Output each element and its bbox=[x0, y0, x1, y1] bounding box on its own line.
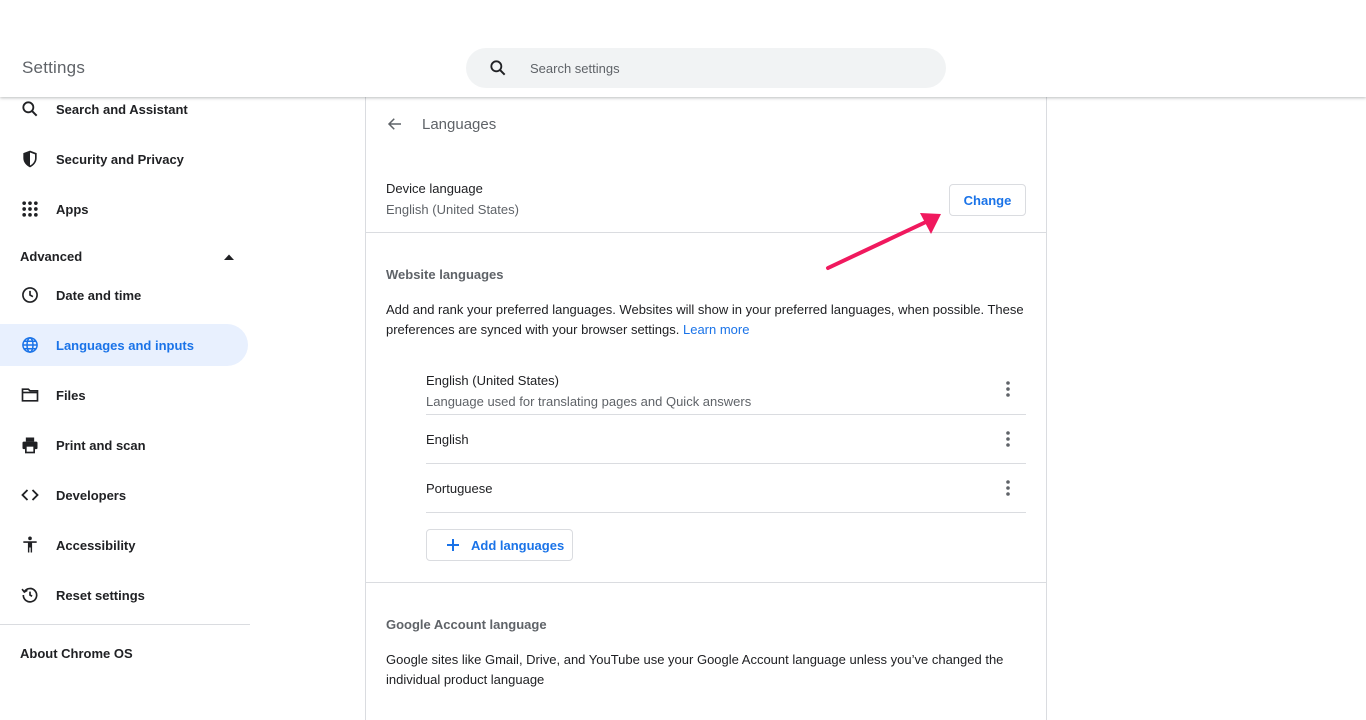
language-subtext: Language used for translating pages and … bbox=[426, 394, 752, 409]
page-title: Languages bbox=[422, 115, 497, 133]
more-vert-icon bbox=[1006, 431, 1010, 447]
plus-icon bbox=[445, 537, 461, 553]
sidebar-item-apps[interactable]: Apps bbox=[0, 188, 248, 230]
language-item-english-us: English (United States) Language used fo… bbox=[426, 365, 1026, 415]
caret-up-icon bbox=[224, 247, 234, 265]
sidebar-item-about-chrome-os[interactable]: About Chrome OS bbox=[20, 646, 133, 661]
sidebar-divider bbox=[0, 624, 250, 625]
section-divider bbox=[366, 582, 1046, 583]
learn-more-link[interactable]: Learn more bbox=[683, 322, 749, 337]
code-icon bbox=[20, 485, 40, 505]
sidebar-item-date-and-time[interactable]: Date and time bbox=[0, 274, 248, 316]
search-icon bbox=[488, 58, 508, 78]
search-icon bbox=[20, 99, 40, 119]
accessibility-icon bbox=[20, 535, 40, 555]
sidebar: Search and Assistant Security and Privac… bbox=[0, 97, 250, 720]
sidebar-item-print-and-scan[interactable]: Print and scan bbox=[0, 424, 248, 466]
sidebar-item-label: Developers bbox=[56, 487, 127, 503]
language-name: Portuguese bbox=[426, 481, 493, 496]
sidebar-item-label: Accessibility bbox=[56, 537, 136, 553]
printer-icon bbox=[20, 435, 40, 455]
google-account-language-description: Google sites like Gmail, Drive, and YouT… bbox=[386, 652, 1004, 687]
advanced-section-label: Advanced bbox=[20, 248, 83, 264]
sidebar-item-files[interactable]: Files bbox=[0, 374, 248, 416]
arrow-back-icon bbox=[387, 118, 401, 130]
advanced-section-toggle[interactable]: Advanced bbox=[20, 247, 234, 265]
more-options-button[interactable] bbox=[998, 379, 1018, 399]
language-item-portuguese: Portuguese bbox=[426, 464, 1026, 513]
sidebar-item-accessibility[interactable]: Accessibility bbox=[0, 524, 248, 566]
sidebar-item-label: Print and scan bbox=[56, 437, 146, 453]
more-options-button[interactable] bbox=[998, 429, 1018, 449]
clock-icon bbox=[20, 285, 40, 305]
add-languages-button[interactable]: Add languages bbox=[426, 529, 573, 561]
settings-header: Settings bbox=[0, 0, 1366, 97]
device-language-row: Device language English (United States) bbox=[386, 181, 1026, 217]
search-input[interactable] bbox=[530, 60, 910, 76]
more-vert-icon bbox=[1006, 480, 1010, 496]
website-languages-title: Website languages bbox=[386, 267, 504, 282]
language-list: English (United States) Language used fo… bbox=[426, 365, 1026, 513]
section-divider bbox=[366, 232, 1046, 233]
sidebar-item-label: Security and Privacy bbox=[56, 151, 184, 167]
google-account-language-title: Google Account language bbox=[386, 617, 547, 632]
device-language-label: Device language bbox=[386, 181, 483, 196]
search-box[interactable] bbox=[466, 48, 946, 88]
sidebar-item-label: Files bbox=[56, 387, 86, 403]
sidebar-item-label: Languages and inputs bbox=[56, 337, 194, 353]
add-languages-label: Add languages bbox=[471, 537, 565, 553]
language-name: English (United States) bbox=[426, 373, 559, 388]
apps-grid-icon bbox=[20, 199, 40, 219]
more-vert-icon bbox=[1006, 381, 1010, 397]
more-options-button[interactable] bbox=[998, 478, 1018, 498]
sidebar-item-label: Reset settings bbox=[56, 587, 145, 603]
change-device-language-button[interactable]: Change bbox=[949, 184, 1026, 216]
folder-icon bbox=[20, 385, 40, 405]
globe-icon bbox=[20, 335, 40, 355]
sidebar-item-label: Search and Assistant bbox=[56, 101, 188, 117]
sidebar-item-security-and-privacy[interactable]: Security and Privacy bbox=[0, 138, 248, 180]
sidebar-item-languages-and-inputs[interactable]: Languages and inputs bbox=[0, 324, 248, 366]
sidebar-item-label: Date and time bbox=[56, 287, 142, 303]
sidebar-item-reset-settings[interactable]: Reset settings bbox=[0, 574, 248, 616]
device-language-value: English (United States) bbox=[386, 202, 519, 217]
app-title: Settings bbox=[22, 58, 86, 77]
sidebar-item-label: Apps bbox=[56, 201, 89, 217]
shield-icon bbox=[20, 149, 40, 169]
reset-icon bbox=[20, 585, 40, 605]
subpage-header: Languages bbox=[366, 97, 1046, 151]
back-button[interactable] bbox=[384, 113, 406, 135]
website-languages-description: Add and rank your preferred languages. W… bbox=[386, 300, 1026, 340]
language-item-english: English bbox=[426, 415, 1026, 464]
language-name: English bbox=[426, 432, 469, 447]
languages-page-card: Languages Device language English (Unite… bbox=[365, 97, 1047, 720]
sidebar-item-developers[interactable]: Developers bbox=[0, 474, 248, 516]
